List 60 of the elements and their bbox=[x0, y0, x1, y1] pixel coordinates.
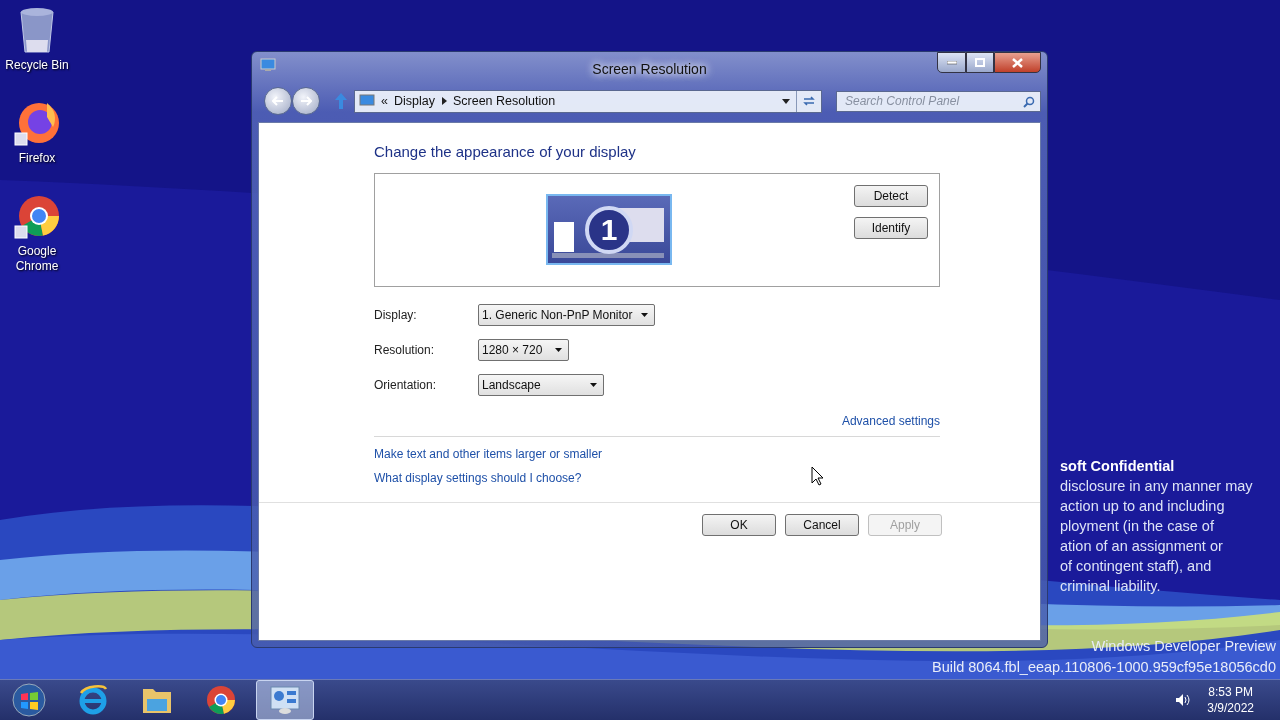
help-link[interactable]: Make text and other items larger or smaller bbox=[374, 447, 603, 461]
clock[interactable]: 8:53 PM 3/9/2022 bbox=[1207, 684, 1254, 716]
mouse-cursor-icon bbox=[811, 466, 824, 486]
setting-dropdown[interactable]: 1280 × 720 bbox=[478, 338, 569, 361]
breadcrumb-arrow-icon[interactable] bbox=[440, 97, 447, 105]
confidential-title: soft Confidential bbox=[1060, 457, 1176, 476]
display-icon bbox=[260, 58, 276, 72]
dropdown-arrow-icon[interactable] bbox=[782, 98, 790, 104]
chrome-icon[interactable] bbox=[206, 685, 236, 715]
setting-label: Resolution: bbox=[374, 342, 436, 357]
setting-dropdown[interactable]: Landscape bbox=[478, 373, 604, 396]
speaker-icon[interactable] bbox=[1175, 693, 1192, 707]
confidential-text: of contingent staff), and bbox=[1060, 557, 1213, 576]
dropdown-arrow-icon bbox=[555, 347, 562, 352]
forward-button[interactable] bbox=[292, 87, 320, 115]
dropdown-arrow-icon bbox=[640, 312, 648, 317]
confidential-text: disclosure in any manner may bbox=[1060, 477, 1253, 496]
confidential-text: action up to and including bbox=[1060, 497, 1226, 516]
search-icon[interactable] bbox=[1023, 95, 1035, 108]
address-bar[interactable]: « Display Screen Resolution bbox=[354, 89, 822, 113]
help-link[interactable]: What display settings should I choose? bbox=[374, 471, 582, 485]
build-text: Build 8064.fbl_eeap.110806-1000.959cf95e18056cd0 bbox=[932, 658, 1276, 677]
preview-button[interactable]: Identify bbox=[854, 217, 928, 239]
search-field[interactable]: Search Control Panel bbox=[836, 90, 1041, 112]
confidential-text: criminal liability. bbox=[1060, 577, 1162, 596]
close-button[interactable] bbox=[994, 52, 1041, 73]
preview-button[interactable]: Detect bbox=[854, 185, 928, 207]
desktop-icon-label[interactable]: Recycle Bin bbox=[5, 58, 69, 73]
breadcrumb-item[interactable]: Screen Resolution bbox=[452, 94, 556, 108]
breadcrumb-item[interactable]: Display bbox=[393, 94, 435, 108]
maximize-button[interactable] bbox=[966, 52, 994, 73]
desktop-icon-label[interactable]: Firefox bbox=[18, 151, 56, 166]
back-button[interactable] bbox=[264, 87, 292, 115]
page-heading: Change the appearance of your display bbox=[374, 143, 637, 160]
confidential-text: ployment (in the case of bbox=[1060, 517, 1215, 536]
recycle-bin-icon bbox=[18, 6, 56, 54]
desktop-icon-label[interactable]: Google Chrome bbox=[0, 244, 74, 274]
advanced-settings-link[interactable]: Advanced settings bbox=[841, 414, 940, 428]
refresh-icon bbox=[802, 95, 816, 107]
maximize-icon bbox=[975, 58, 985, 67]
close-icon bbox=[1012, 57, 1023, 68]
monitor-number: 1 bbox=[585, 205, 633, 254]
breadcrumb-chevron[interactable]: « bbox=[381, 94, 388, 108]
setting-label: Orientation: bbox=[374, 377, 438, 392]
ie-icon[interactable] bbox=[78, 685, 108, 715]
minimize-button[interactable] bbox=[937, 52, 966, 73]
windows-orb-icon[interactable] bbox=[12, 683, 46, 717]
back-arrow-icon bbox=[272, 96, 284, 106]
dropdown-arrow-icon bbox=[590, 382, 597, 387]
monitor-thumbnail[interactable]: 1 bbox=[546, 194, 672, 265]
window-title: Screen Resolution bbox=[592, 61, 707, 77]
setting-dropdown[interactable]: 1. Generic Non-PnP Monitor bbox=[478, 303, 655, 326]
control-panel-icon[interactable] bbox=[269, 685, 301, 715]
confidential-text: ation of an assignment or bbox=[1060, 537, 1224, 556]
dialog-button[interactable]: OK bbox=[702, 514, 776, 536]
minimize-icon bbox=[946, 60, 957, 65]
setting-label: Display: bbox=[374, 307, 418, 322]
forward-arrow-icon bbox=[300, 96, 312, 106]
dialog-button[interactable]: Cancel bbox=[785, 514, 859, 536]
display-icon bbox=[359, 94, 375, 108]
